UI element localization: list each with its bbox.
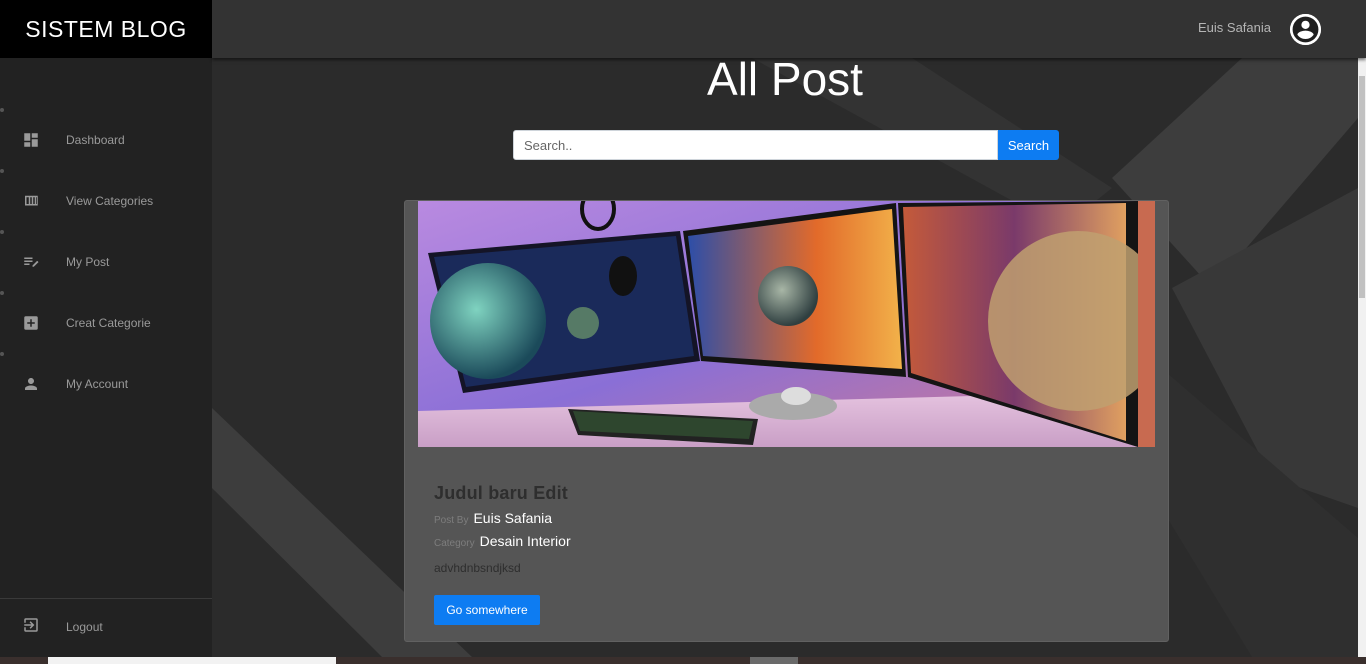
post-by-label: Post By	[434, 515, 469, 526]
account-circle-icon[interactable]	[1290, 14, 1321, 45]
brand-title[interactable]: SISTEM BLOG	[0, 0, 212, 58]
sidebar-item-label: My Post	[66, 254, 110, 269]
divider-dot	[0, 291, 4, 295]
sidebar-item-my-account[interactable]: My Account	[0, 352, 212, 414]
sidebar-item-dashboard[interactable]: Dashboard	[0, 108, 212, 170]
taskbar-strip	[0, 657, 1366, 664]
logout-icon	[22, 616, 40, 639]
dashboard-icon	[22, 131, 40, 149]
add-box-icon	[22, 314, 40, 332]
post-card: Judul baru Edit Post By Euis Safania Cat…	[404, 200, 1169, 642]
sidebar: SISTEM BLOG Dashboard View Categories My…	[0, 0, 212, 657]
playlist-edit-icon	[22, 253, 40, 271]
search-button[interactable]: Search	[998, 130, 1059, 160]
person-icon	[22, 375, 40, 393]
logout-label: Logout	[66, 620, 103, 634]
post-author: Euis Safania	[473, 510, 553, 526]
divider-dot	[0, 169, 4, 173]
page-title: All Post	[707, 58, 863, 105]
sidebar-item-label: My Account	[66, 376, 129, 391]
sidebar-item-label: View Categories	[66, 193, 154, 208]
divider-dot	[0, 108, 4, 112]
user-name[interactable]: Euis Safania	[1198, 20, 1271, 35]
sidebar-item-label: Creat Categorie	[66, 315, 151, 330]
post-body: Judul baru Edit Post By Euis Safania Cat…	[434, 483, 571, 575]
search-bar: Search	[513, 130, 1059, 160]
sidebar-item-view-categories[interactable]: View Categories	[0, 169, 212, 231]
post-title[interactable]: Judul baru Edit	[434, 483, 571, 504]
sidebar-item-label: Dashboard	[66, 132, 125, 147]
go-somewhere-button[interactable]: Go somewhere	[434, 595, 540, 625]
taskbar-search-area[interactable]	[48, 657, 336, 664]
sidebar-divider	[0, 598, 212, 599]
search-input[interactable]	[513, 130, 998, 160]
taskbar-active-app[interactable]	[750, 657, 798, 664]
logout-button[interactable]: Logout	[0, 612, 212, 642]
post-category: Desain Interior	[479, 533, 571, 549]
scrollbar-thumb[interactable]	[1359, 76, 1365, 298]
sidebar-item-creat-categorie[interactable]: Creat Categorie	[0, 291, 212, 353]
post-image	[418, 201, 1155, 447]
view-columns-icon	[22, 192, 40, 210]
post-excerpt: advhdnbsndjksd	[434, 561, 521, 575]
sidebar-nav: Dashboard View Categories My Post Creat …	[0, 108, 212, 414]
scrollbar[interactable]	[1358, 58, 1366, 657]
main-content: All Post Search.. Search Judul baru Edit…	[212, 58, 1358, 657]
category-label: Category	[434, 538, 475, 549]
post-category-row: Category Desain Interior	[434, 533, 571, 549]
divider-dot	[0, 352, 4, 356]
post-author-row: Post By Euis Safania	[434, 510, 571, 526]
divider-dot	[0, 230, 4, 234]
sidebar-item-my-post[interactable]: My Post	[0, 230, 212, 292]
topbar: Euis Safania	[212, 0, 1366, 58]
